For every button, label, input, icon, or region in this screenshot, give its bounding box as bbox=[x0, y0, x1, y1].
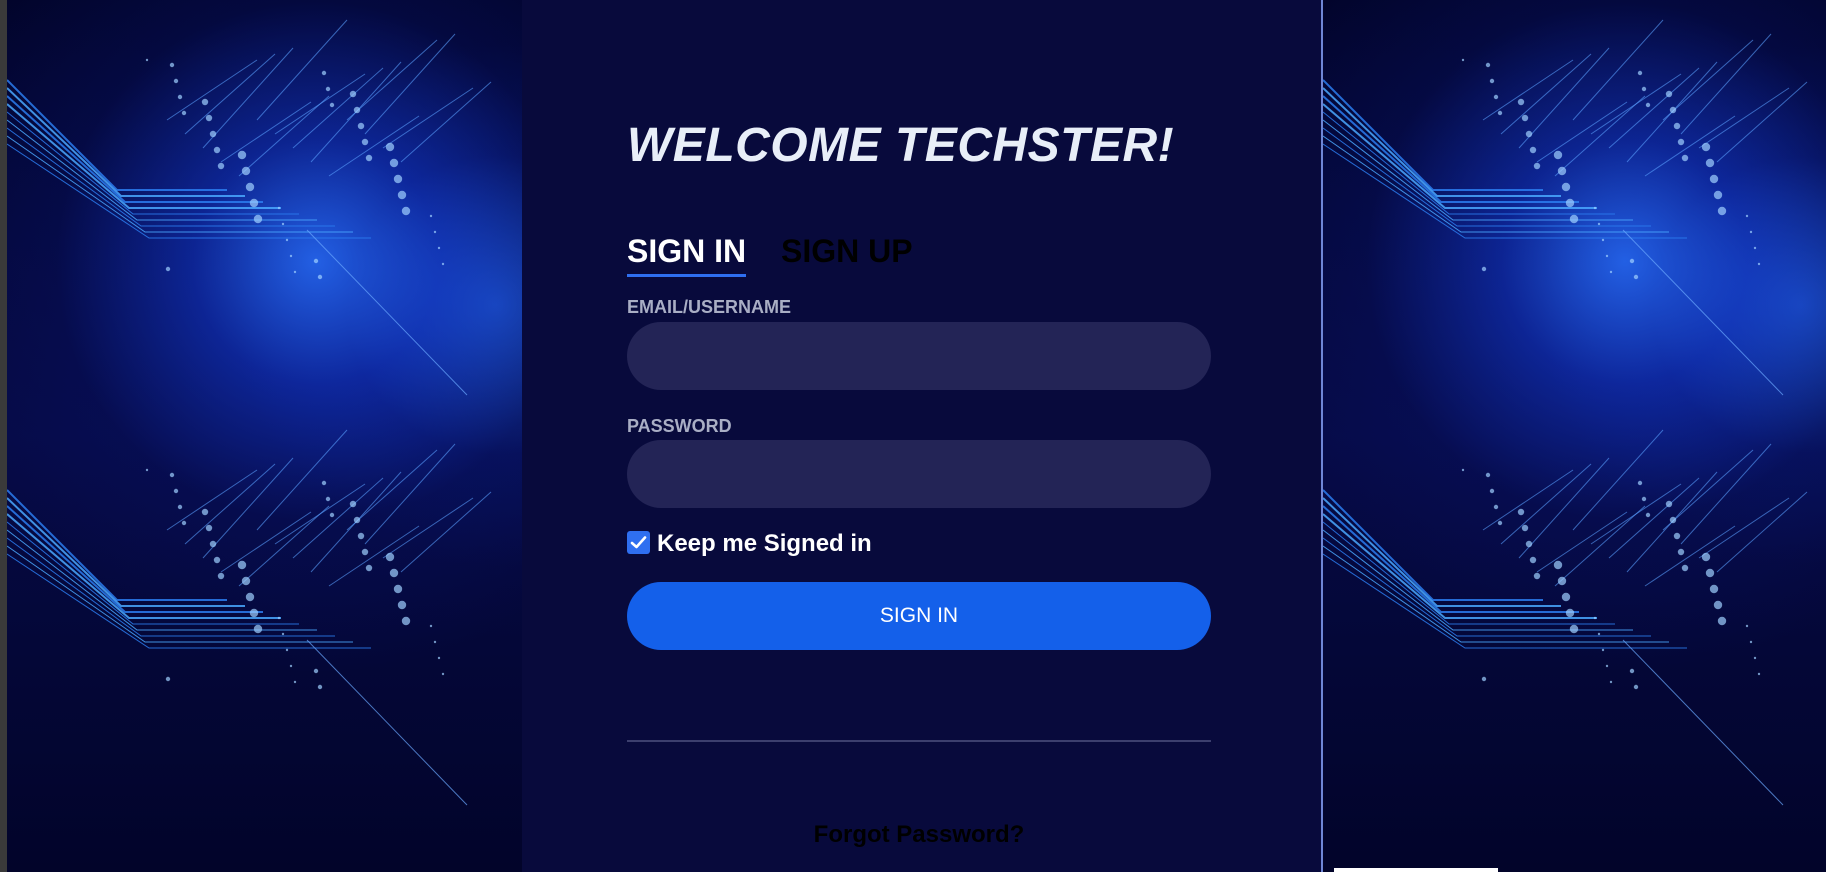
form-divider bbox=[627, 740, 1211, 742]
tab-sign-in[interactable]: SIGN IN bbox=[627, 233, 747, 277]
circuit-background-left bbox=[7, 0, 522, 872]
circuit-background-right bbox=[1323, 0, 1826, 872]
login-form-container: WELCOME TECHSTER! SIGN IN SIGN UP EMAIL/… bbox=[627, 0, 1211, 872]
circuit-lines-decoration bbox=[7, 19, 492, 806]
remember-checkbox[interactable] bbox=[627, 531, 650, 554]
checkmark-icon bbox=[630, 536, 647, 549]
remember-label: Keep me Signed in bbox=[657, 530, 872, 557]
circuit-lines-decoration bbox=[1323, 19, 1808, 806]
password-field[interactable] bbox=[627, 440, 1211, 508]
password-label: PASSWORD bbox=[627, 416, 732, 436]
sign-in-button[interactable]: SIGN IN bbox=[627, 582, 1211, 650]
tab-sign-up[interactable]: SIGN UP bbox=[781, 233, 913, 274]
bottom-strip bbox=[1334, 868, 1498, 872]
email-label: EMAIL/USERNAME bbox=[627, 297, 792, 317]
forgot-password-link[interactable]: Forgot Password? bbox=[627, 821, 1211, 849]
right-divider bbox=[1321, 0, 1323, 872]
welcome-heading: WELCOME TECHSTER! bbox=[627, 119, 1175, 172]
email-field[interactable] bbox=[627, 322, 1211, 390]
